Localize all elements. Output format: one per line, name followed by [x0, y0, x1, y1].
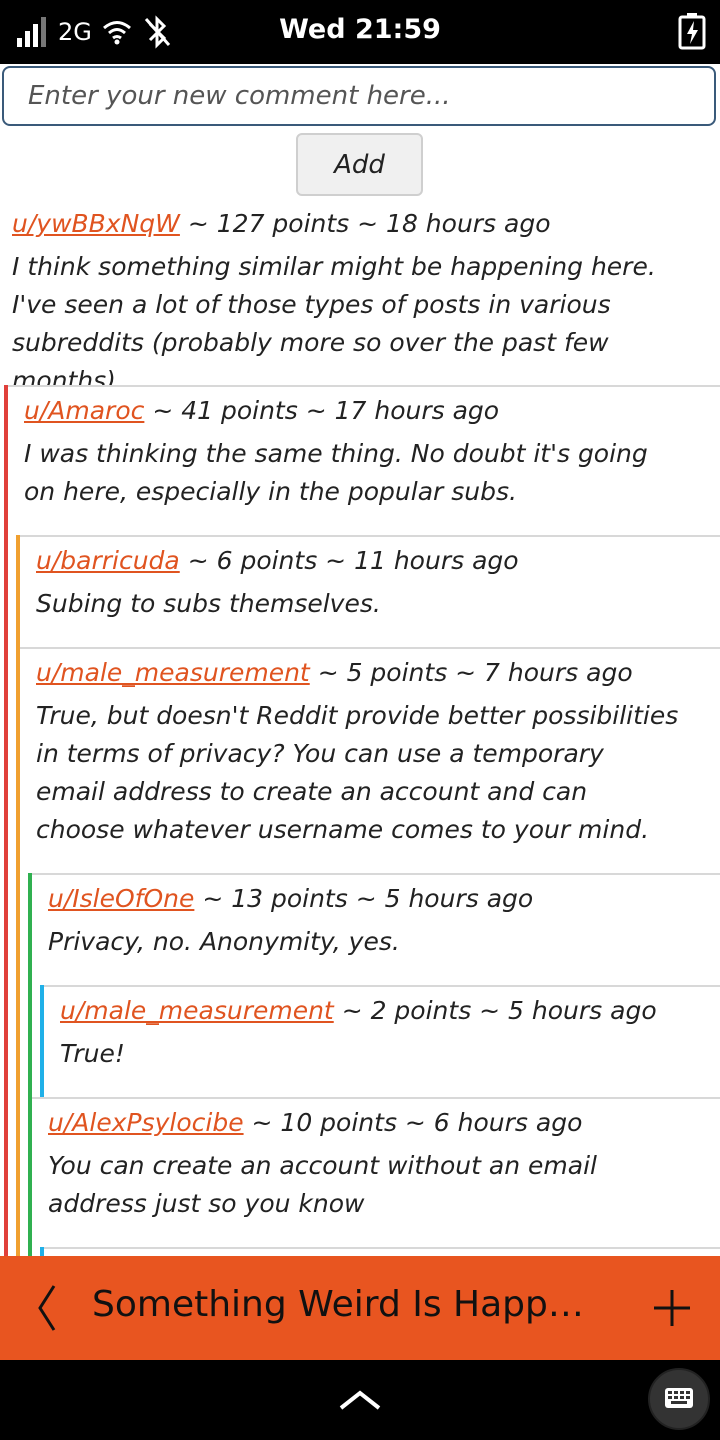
comment-body: True!	[60, 1039, 125, 1068]
comment-author-link[interactable]: u/IsleOfOne	[48, 884, 194, 913]
comment-body: True, but doesn't Reddit provide better …	[36, 701, 679, 844]
comment-partial	[44, 1247, 720, 1256]
comment-meta: ~ 2 points ~ 5 hours ago	[341, 996, 657, 1025]
comment: u/barricuda ~ 6 points ~ 11 hours ago Su…	[20, 535, 720, 647]
comment-author-link[interactable]: u/barricuda	[36, 546, 180, 575]
comment-author-link[interactable]: u/male_measurement	[36, 658, 310, 687]
add-button[interactable]: Add	[296, 133, 423, 196]
comment-meta: ~ 5 points ~ 7 hours ago	[317, 658, 633, 687]
comment-body: I think something similar might be happe…	[12, 252, 656, 385]
comment: u/AlexPsylocibe ~ 10 points ~ 6 hours ag…	[32, 1097, 720, 1247]
comment-meta: ~ 41 points ~ 17 hours ago	[152, 396, 500, 425]
chevron-left-icon[interactable]	[30, 1282, 66, 1334]
comment-meta: ~ 10 points ~ 6 hours ago	[251, 1108, 583, 1137]
chevron-up-icon[interactable]	[338, 1388, 382, 1412]
comment-author-link[interactable]: u/ywBBxNqW	[12, 209, 180, 238]
clock: Wed 21:59	[279, 14, 441, 45]
keyboard-icon	[665, 1388, 693, 1408]
comment: u/IsleOfOne ~ 13 points ~ 5 hours ago Pr…	[32, 873, 720, 985]
status-bar: 2G Wed 21:59	[0, 0, 720, 64]
comment-author-link[interactable]: u/AlexPsylocibe	[48, 1108, 244, 1137]
bottom-bar: Something Weird Is Happening Here	[0, 1256, 720, 1360]
keyboard-toggle-button[interactable]	[648, 1368, 710, 1430]
comment-author-link[interactable]: u/Amaroc	[24, 396, 144, 425]
comment-meta: ~ 6 points ~ 11 hours ago	[187, 546, 519, 575]
page-title: Something Weird Is Happening Here	[92, 1284, 592, 1325]
comment-input-wrapper	[2, 66, 716, 126]
comment-input[interactable]	[4, 68, 714, 124]
comment-body: I was thinking the same thing. No doubt …	[24, 439, 648, 506]
comment: u/ywBBxNqW ~ 127 points ~ 18 hours ago I…	[0, 200, 720, 385]
comment-thread[interactable]: u/ywBBxNqW ~ 127 points ~ 18 hours ago I…	[0, 200, 720, 1256]
comment-body: Privacy, no. Anonymity, yes.	[48, 927, 400, 956]
comment-meta: ~ 13 points ~ 5 hours ago	[202, 884, 534, 913]
comment-author-link[interactable]: u/male_measurement	[60, 996, 334, 1025]
comment-body: Subing to subs themselves.	[36, 589, 381, 618]
comment: u/male_measurement ~ 2 points ~ 5 hours …	[44, 985, 720, 1097]
battery-charging-icon	[678, 13, 706, 50]
plus-icon[interactable]	[652, 1288, 692, 1328]
comment-meta: ~ 127 points ~ 18 hours ago	[187, 209, 551, 238]
comment-body: You can create an account without an ema…	[48, 1151, 597, 1218]
comment: u/Amaroc ~ 41 points ~ 17 hours ago I wa…	[8, 385, 720, 535]
comment: u/male_measurement ~ 5 points ~ 7 hours …	[20, 647, 720, 873]
